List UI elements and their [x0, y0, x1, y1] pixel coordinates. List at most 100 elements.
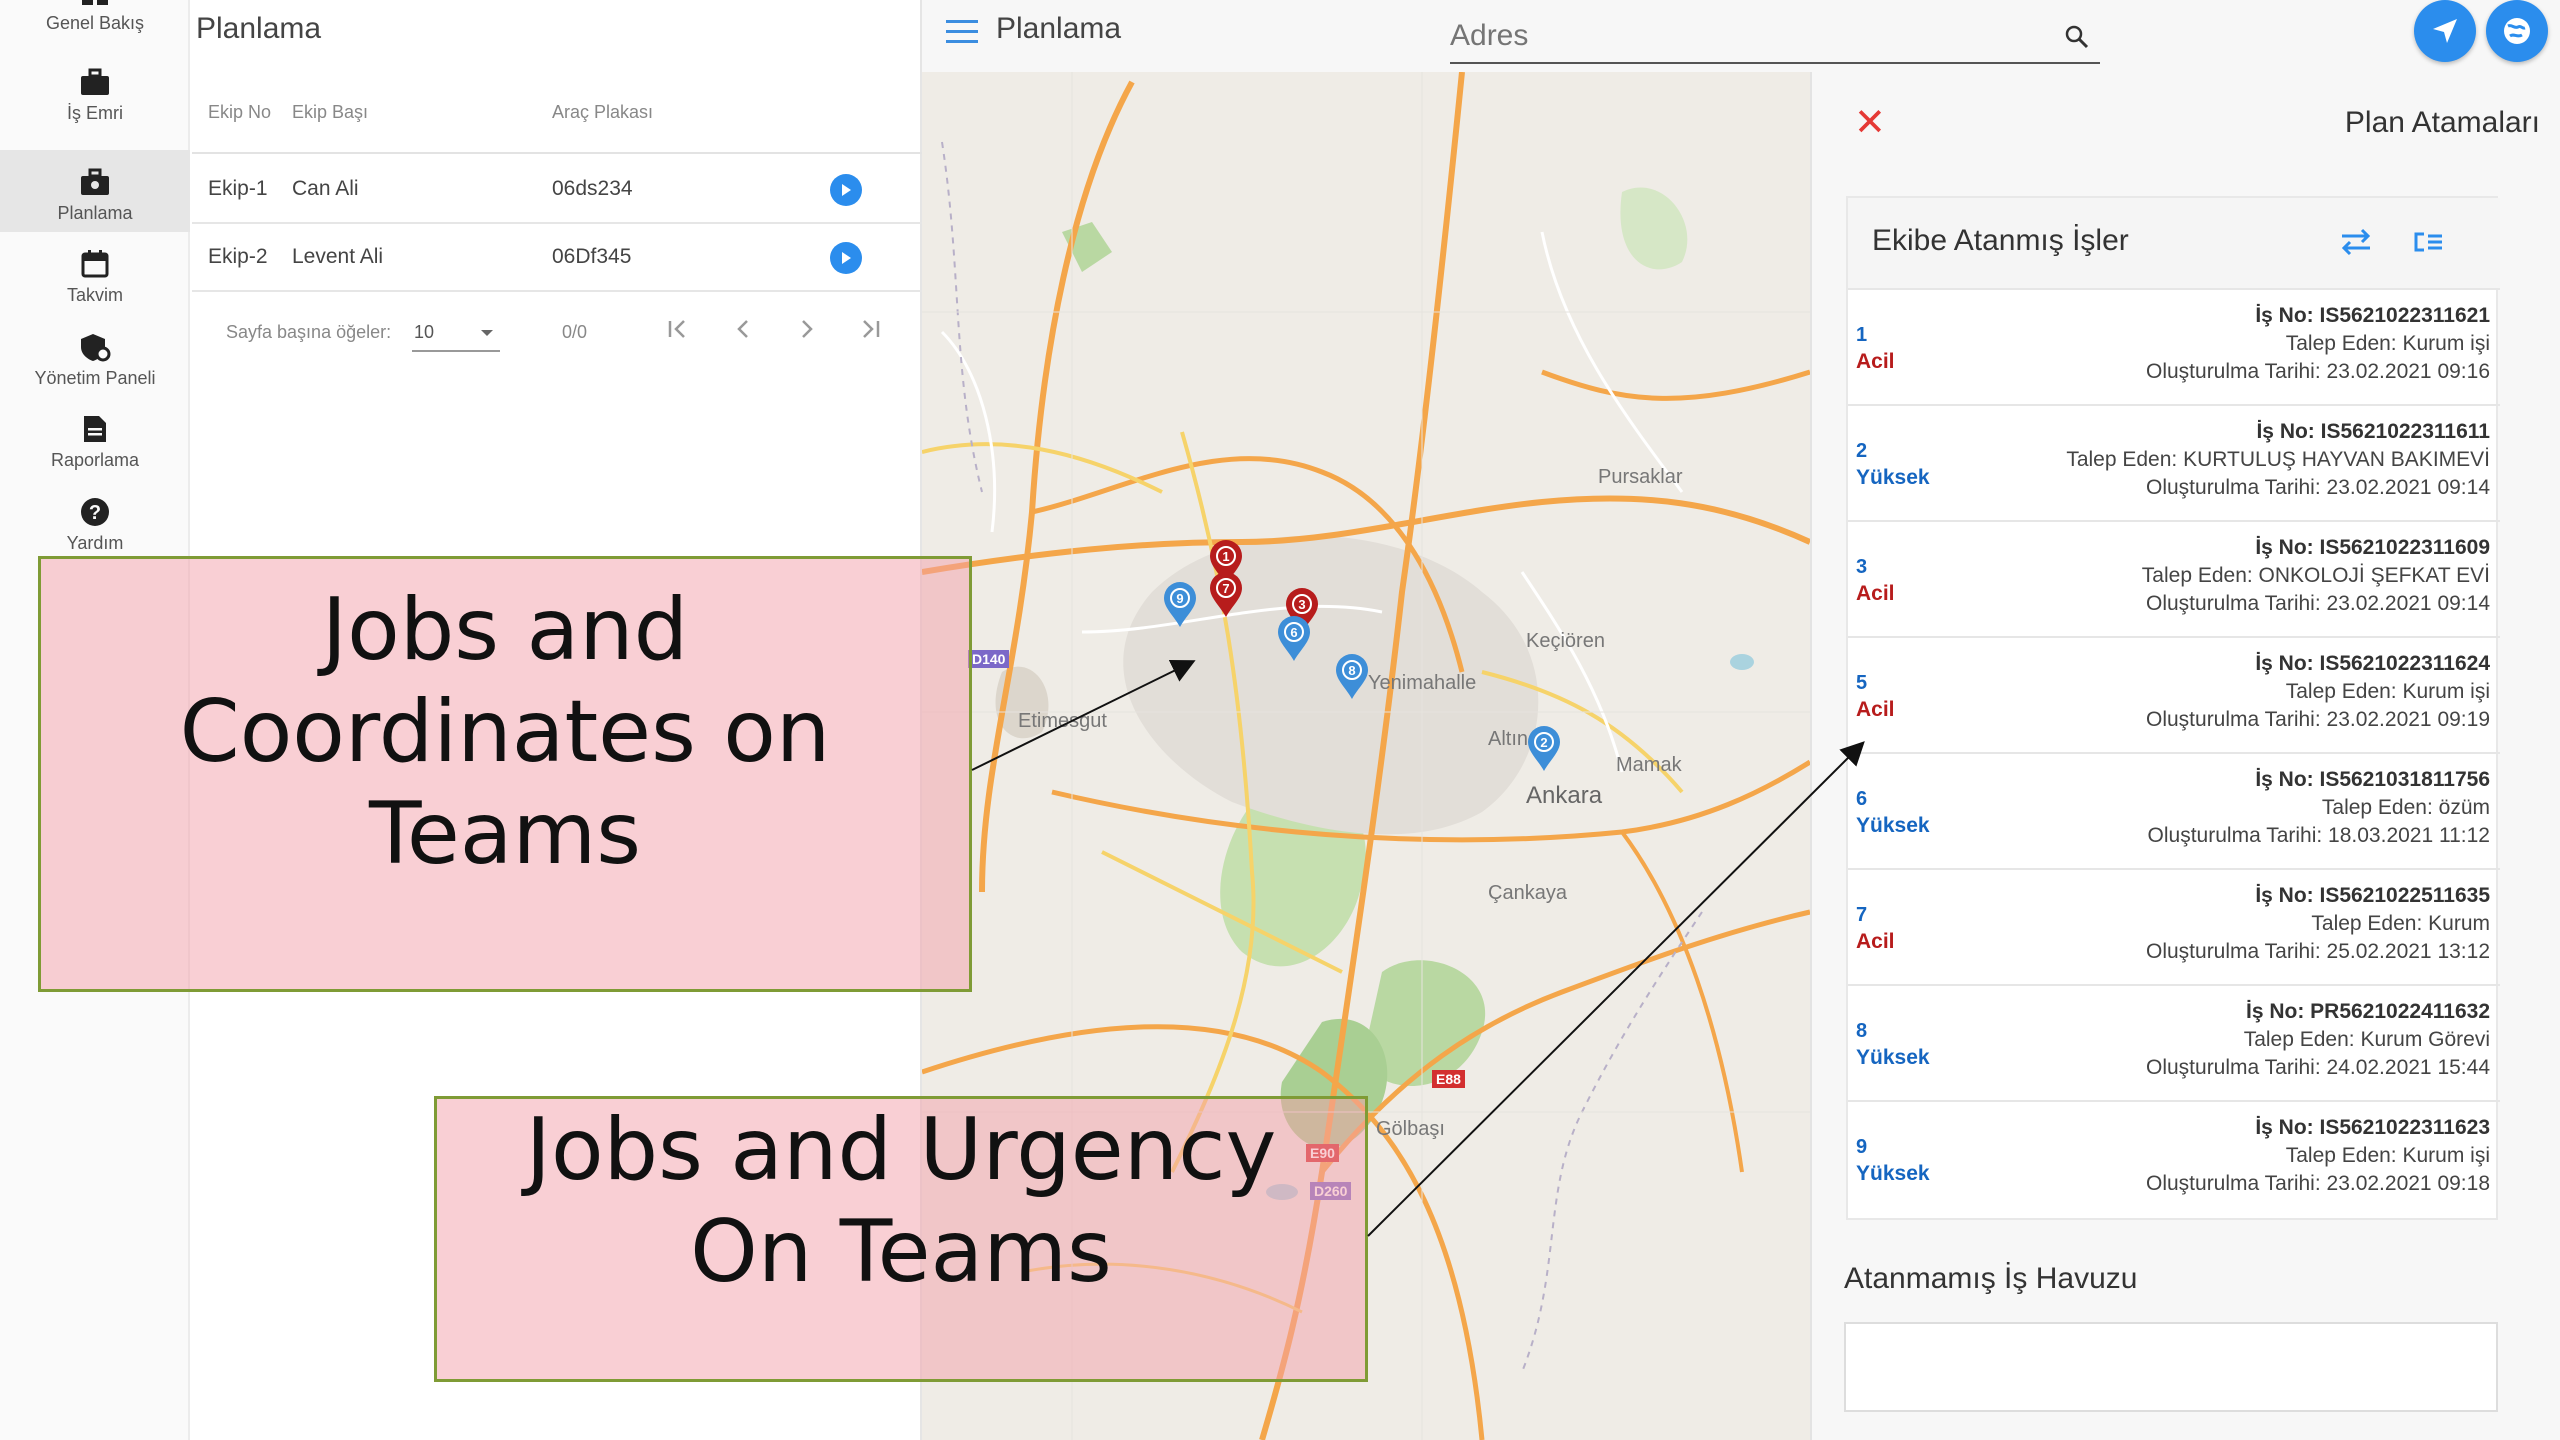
chevron-down-icon: [481, 330, 493, 336]
marker-label: 9: [1176, 591, 1183, 606]
job-requester: Talep Eden: Kurum: [2311, 912, 2490, 935]
nav-label: Genel Bakış: [45, 13, 145, 33]
job-urgency: Yüksek: [1856, 1046, 1930, 1069]
nav-label: Yönetim Paneli: [34, 368, 156, 388]
place-label: Altın: [1488, 728, 1529, 750]
job-item[interactable]: 7 Acil İş No: IS5621022511635 Talep Eden: K…: [1848, 868, 2500, 984]
nav-item-reporting[interactable]: Raporlama: [0, 397, 190, 479]
job-item[interactable]: 2 Yüksek İş No: IS5621022311611 Talep Eden:…: [1848, 404, 2500, 520]
job-marker-9[interactable]: 9: [1162, 582, 1198, 628]
job-created-date: Oluşturulma Tarihi: 23.02.2021 09:19: [2146, 708, 2490, 731]
admin-icon: [78, 330, 112, 364]
job-marker-8[interactable]: 8: [1334, 654, 1370, 700]
place-label: Ankara: [1526, 782, 1603, 809]
nav-item-admin-panel[interactable]: Yönetim Paneli: [0, 315, 190, 397]
annotation-urgency: Jobs and Urgency On Teams: [434, 1096, 1368, 1382]
next-page-button[interactable]: [792, 314, 822, 351]
job-number: 1: [1856, 324, 1868, 346]
marker-label: 1: [1222, 549, 1229, 564]
navigate-button[interactable]: [2414, 0, 2476, 62]
column-team-leader[interactable]: Ekip Başı: [292, 102, 368, 123]
table-row[interactable]: Ekip-1 Can Ali 06ds234: [192, 156, 922, 224]
nav-item-calendar[interactable]: Takvim: [0, 232, 190, 314]
items-per-page-select[interactable]: 10: [412, 316, 500, 352]
place-label: Etimesgut: [1018, 710, 1107, 732]
map-view-button[interactable]: [2486, 0, 2548, 62]
job-urgency: Yüksek: [1856, 466, 1930, 489]
job-id: İş No: IS5621022311609: [2255, 536, 2490, 559]
place-label: Yenimahalle: [1368, 672, 1477, 694]
navigation-arrow-icon: [2433, 19, 2457, 43]
nav-item-help[interactable]: ? Yardım: [0, 480, 190, 562]
job-id: İş No: IS5621031811756: [2255, 768, 2490, 791]
job-item[interactable]: 5 Acil İş No: IS5621022311624 Talep Eden: K…: [1848, 636, 2500, 752]
show-team-jobs-button[interactable]: [830, 174, 862, 206]
job-item[interactable]: 9 Yüksek İş No: IS5621022311623 Talep Eden:…: [1848, 1100, 2500, 1216]
planning-icon: [78, 165, 112, 199]
annotation-urgency-text: Jobs and Urgency On Teams: [525, 1100, 1277, 1302]
job-requester: Talep Eden: Kurum işi: [2285, 680, 2490, 703]
annotation-coordinates: Jobs and Coordinates on Teams: [38, 556, 972, 992]
previous-page-button[interactable]: [728, 314, 758, 351]
job-created-date: Oluşturulma Tarihi: 23.02.2021 09:14: [2146, 592, 2490, 615]
job-item[interactable]: 6 Yüksek İş No: IS5621031811756 Talep Eden:…: [1848, 752, 2500, 868]
job-id: İş No: IS5621022511635: [2255, 884, 2490, 907]
report-icon: [78, 412, 112, 446]
list-sort-icon[interactable]: [2408, 222, 2448, 262]
paginator: Sayfa başına öğeler: 10 0/0: [192, 306, 922, 366]
assigned-jobs-title: Ekibe Atanmış İşler: [1872, 224, 2129, 257]
nav-label: Takvim: [66, 285, 123, 305]
map-pin-icon: 6: [1278, 616, 1310, 661]
swap-icon[interactable]: [2336, 222, 2376, 262]
unassigned-pool-dropzone[interactable]: [1844, 1322, 2498, 1412]
nav-item-planning[interactable]: Planlama: [0, 150, 190, 232]
column-team-no[interactable]: Ekip No: [208, 102, 271, 123]
items-per-page-label: Sayfa başına öğeler:: [226, 322, 392, 342]
job-id: İş No: IS5621022311624: [2255, 652, 2490, 675]
job-marker-7[interactable]: 7: [1208, 572, 1244, 618]
job-created-date: Oluşturulma Tarihi: 23.02.2021 09:14: [2146, 476, 2490, 499]
map-pin-icon: 7: [1210, 572, 1242, 617]
job-marker-6[interactable]: 6: [1276, 616, 1312, 662]
road-shield: D140: [968, 650, 1010, 668]
address-search: [1450, 12, 2100, 64]
marker-label: 2: [1540, 735, 1547, 750]
job-id: İş No: PR5621022411632: [2245, 1000, 2490, 1023]
job-requester: Talep Eden: Kurum işi: [2285, 1144, 2490, 1167]
job-requester: Talep Eden: Kurum Görevi: [2243, 1028, 2490, 1051]
assigned-jobs-header: Ekibe Atanmış İşler: [1848, 198, 2500, 288]
place-label: Gölbaşı: [1376, 1118, 1445, 1140]
calendar-icon: [78, 247, 112, 281]
chevron-right-icon: [802, 320, 813, 338]
job-item[interactable]: 8 Yüksek İş No: PR5621022411632 Talep Eden:…: [1848, 984, 2500, 1100]
column-vehicle-plate[interactable]: Araç Plakası: [552, 102, 653, 123]
team-leader: Levent Ali: [292, 245, 384, 268]
menu-icon[interactable]: [946, 20, 978, 44]
page-title: Planlama: [996, 12, 1122, 45]
show-team-jobs-button[interactable]: [830, 242, 862, 274]
job-requester: Talep Eden: özüm: [2321, 796, 2490, 819]
close-icon[interactable]: ✕: [1854, 104, 1886, 142]
address-search-input[interactable]: [1450, 12, 2050, 60]
table-row[interactable]: Ekip-2 Levent Ali 06Df345: [192, 224, 922, 292]
job-id: İş No: IS5621022311621: [2255, 304, 2490, 327]
marker-label: 8: [1348, 663, 1355, 678]
nav-item-work-order[interactable]: İş Emri: [0, 50, 190, 132]
first-page-button[interactable]: [662, 314, 692, 351]
job-marker-2[interactable]: 2: [1526, 726, 1562, 772]
last-page-button[interactable]: [856, 314, 886, 351]
job-number: 5: [1856, 672, 1868, 694]
nav-item-overview[interactable]: Genel Bakış: [0, 0, 190, 42]
job-id: İş No: IS5621022311611: [2256, 420, 2490, 443]
job-item[interactable]: 1 Acil İş No: IS5621022311621 Talep Eden: K…: [1848, 288, 2500, 404]
plan-assignments-title: Plan Atamaları: [2344, 106, 2540, 139]
search-icon[interactable]: [2064, 24, 2090, 50]
job-urgency: Acil: [1856, 350, 1895, 373]
place-label: Çankaya: [1488, 882, 1567, 904]
job-number: 3: [1856, 556, 1868, 578]
last-page-icon: [863, 320, 880, 338]
job-urgency: Yüksek: [1856, 814, 1930, 837]
job-item[interactable]: 3 Acil İş No: IS5621022311609 Talep Eden: O…: [1848, 520, 2500, 636]
job-number: 2: [1856, 440, 1868, 462]
map-pin-icon: 8: [1336, 654, 1368, 699]
